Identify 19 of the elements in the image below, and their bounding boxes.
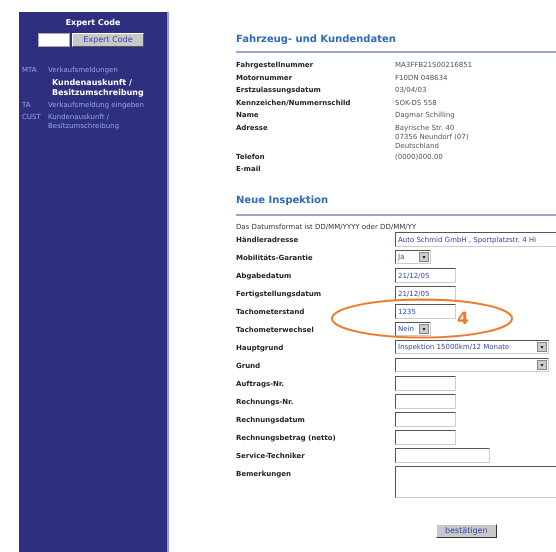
input-field[interactable] (395, 412, 456, 427)
comment-field[interactable] (395, 466, 556, 498)
input-field[interactable] (395, 448, 490, 463)
dropdown[interactable] (395, 358, 549, 372)
input-field[interactable] (395, 394, 456, 409)
dropdown-caret-icon (537, 342, 547, 352)
dropdown-caret-icon (537, 360, 547, 370)
nav-link[interactable]: Kundenauskunft / Besitzumschreibung (48, 78, 158, 98)
annotation-label: 4 (457, 310, 469, 328)
expert-code-field[interactable] (38, 33, 70, 47)
expert-code-button[interactable]: Expert Code (72, 33, 144, 47)
section-title: Fahrzeug- und Kundendaten (236, 32, 556, 53)
dropdown-caret-icon (419, 324, 429, 334)
input-field[interactable] (395, 430, 456, 445)
confirm-button[interactable]: bestätigen (436, 524, 497, 538)
sidebar-heading: Expert Code (64, 17, 122, 29)
input-field[interactable] (395, 376, 456, 391)
dropdown-caret-icon (419, 252, 429, 262)
section-title: Neue Inspektion (236, 192, 556, 216)
